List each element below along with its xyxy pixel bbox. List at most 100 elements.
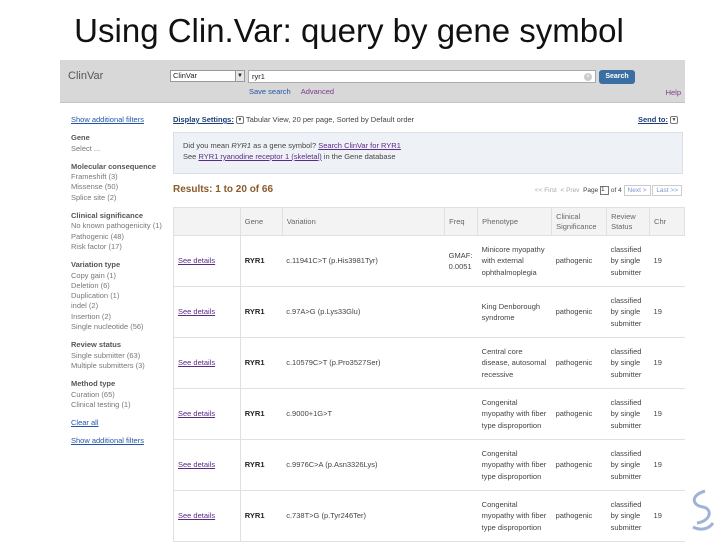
filter-option[interactable]: Missense (50) (71, 182, 171, 192)
column-header[interactable] (173, 207, 241, 236)
send-to[interactable]: Send to: ▼ (638, 115, 680, 125)
last-page-button[interactable]: Last >> (652, 185, 682, 196)
gene-cell: RYR1 (240, 337, 283, 389)
database-select[interactable]: ClinVar ▼ (170, 70, 245, 82)
filter-option[interactable]: Insertion (2) (71, 312, 171, 322)
column-header[interactable]: Clinical Significance (551, 207, 608, 236)
next-page-button[interactable]: Next > (623, 185, 651, 196)
filter-sidebar: Show additional filters Gene Select ... Mol… (71, 115, 171, 447)
see-details-link[interactable]: See details (178, 358, 215, 367)
significance-cell: pathogenic (551, 490, 607, 542)
logo-swirl-icon (692, 489, 715, 531)
variation-cell: c.10579C>T (p.Pro3527Ser) (282, 337, 445, 389)
page-input[interactable]: 1 (600, 185, 610, 195)
search-button[interactable]: Search (599, 70, 635, 84)
variation-cell: c.9976C>A (p.Asn3326Lys) (282, 439, 445, 491)
display-settings-link[interactable]: Display Settings: (173, 115, 234, 124)
significance-cell: pathogenic (551, 439, 607, 491)
clear-search-icon[interactable]: × (584, 73, 592, 81)
clinvar-logo[interactable]: ClinVar (68, 70, 103, 82)
advanced-link[interactable]: Advanced (301, 87, 334, 96)
prev-page-button[interactable]: < Prev (560, 187, 579, 194)
freq-cell: GMAF: 0.0051 (444, 235, 478, 287)
see-details-link[interactable]: See details (178, 511, 215, 520)
gene-cell: RYR1 (240, 235, 283, 287)
gene-database-link[interactable]: RYR1 ryanodine receptor 1 (skeletal) (198, 152, 321, 161)
column-header[interactable]: Variation (281, 207, 446, 236)
send-to-label[interactable]: Send to: (638, 115, 668, 124)
chr-cell: 19 (649, 439, 685, 491)
pagination: << First < Prev Page 1 of 4 Next > Last … (535, 185, 682, 196)
review-status-cell: classified by single submitter (606, 490, 650, 542)
help-link[interactable]: Help (666, 88, 681, 97)
save-search-link[interactable]: Save search (249, 87, 291, 96)
filter-option[interactable]: Multiple submitters (3) (71, 361, 171, 371)
filter-option[interactable]: Clinical testing (1) (71, 400, 171, 410)
column-header[interactable]: Review Status (606, 207, 651, 236)
filter-option[interactable]: Frameshift (3) (71, 172, 171, 182)
column-header[interactable]: Chr (649, 207, 685, 236)
filter-group-title: Clinical significance (71, 211, 144, 221)
chevron-down-icon[interactable]: ▼ (670, 116, 678, 125)
search-value: ryr1 (252, 72, 265, 81)
display-settings-value: Tabular View, 20 per page, Sorted by Def… (245, 115, 415, 124)
gene-cell: RYR1 (240, 388, 283, 440)
variation-cell: c.738T>G (p.Tyr246Ter) (282, 490, 445, 542)
filter-group-title: Review status (71, 340, 122, 350)
review-status-cell: classified by single submitter (606, 337, 650, 389)
filter-option[interactable]: Deletion (6) (71, 281, 171, 291)
filter-option[interactable]: Pathogenic (48) (71, 232, 171, 242)
suggest-text: as a gene symbol? (251, 141, 319, 150)
suggest-text: Did you mean (183, 141, 232, 150)
significance-cell: pathogenic (551, 337, 607, 389)
table-row: See details RYR1 c.11941C>T (p.His3981Ty… (173, 235, 685, 287)
filter-option[interactable]: Single nucleotide (56) (71, 322, 171, 332)
filter-option[interactable]: Curation (65) (71, 390, 171, 400)
phenotype-cell: Minicore myopathy with external ophthalm… (477, 235, 552, 287)
filter-option[interactable]: Single submitter (63) (71, 351, 171, 361)
filter-option[interactable]: Copy gain (1) (71, 271, 171, 281)
phenotype-cell: King Denborough syndrome (477, 286, 552, 338)
table-row: See details RYR1 c.9000+1G>T Congenital … (173, 388, 685, 440)
filter-option[interactable]: Select ... (71, 144, 171, 154)
page-label: Page (583, 187, 599, 194)
results-count: Results: 1 to 20 of 66 (173, 184, 274, 195)
variation-cell: c.97A>G (p.Lys33Glu) (282, 286, 445, 338)
review-status-cell: classified by single submitter (606, 286, 650, 338)
freq-cell (444, 388, 478, 440)
table-row: See details RYR1 c.97A>G (p.Lys33Glu) Ki… (173, 286, 685, 338)
did-you-mean-box: Did you mean RYR1 as a gene symbol? Sear… (173, 132, 683, 174)
search-clinvar-link[interactable]: Search ClinVar for RYR1 (318, 141, 401, 150)
review-status-cell: classified by single submitter (606, 388, 650, 440)
see-details-link[interactable]: See details (178, 307, 215, 316)
column-header[interactable]: Phenotype (477, 207, 553, 236)
chr-cell: 19 (649, 235, 685, 287)
clear-all-link[interactable]: Clear all (71, 418, 171, 428)
phenotype-cell: Congenital myopathy with fiber type disp… (477, 388, 552, 440)
significance-cell: pathogenic (551, 235, 607, 287)
results-table: Gene Variation Freq Phenotype Clinical Signi… (173, 207, 685, 542)
show-additional-filters-link[interactable]: Show additional filters (71, 115, 171, 125)
filter-group-title: Variation type (71, 260, 121, 270)
filter-option[interactable]: indel (2) (71, 301, 171, 311)
column-header[interactable]: Freq (444, 207, 479, 236)
see-details-link[interactable]: See details (178, 256, 215, 265)
search-input[interactable]: ryr1 × (248, 70, 596, 83)
slide-title: Using Clin.Var: query by gene symbol (74, 12, 624, 49)
filter-group-title: Method type (71, 379, 116, 389)
see-details-link[interactable]: See details (178, 460, 215, 469)
column-header[interactable]: Gene (239, 207, 283, 236)
suggest-term: RYR1 (231, 141, 252, 150)
see-details-link[interactable]: See details (178, 409, 215, 418)
filter-option[interactable]: Splice site (2) (71, 193, 171, 203)
show-additional-filters-link[interactable]: Show additional filters (71, 436, 171, 446)
chr-cell: 19 (649, 286, 685, 338)
review-status-cell: classified by single submitter (606, 235, 650, 287)
filter-option[interactable]: No known pathogenicity (1) (71, 221, 171, 231)
freq-cell (444, 439, 478, 491)
gene-cell: RYR1 (240, 490, 283, 542)
chevron-down-icon[interactable]: ▼ (235, 116, 244, 125)
first-page-button[interactable]: << First (535, 187, 557, 194)
filter-option[interactable]: Risk factor (17) (71, 242, 171, 252)
filter-option[interactable]: Duplication (1) (71, 291, 171, 301)
